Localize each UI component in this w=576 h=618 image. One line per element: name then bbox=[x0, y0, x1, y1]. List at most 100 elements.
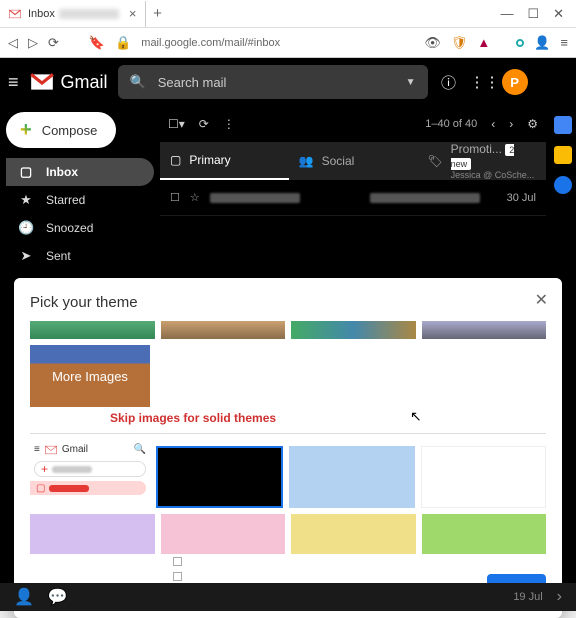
more-icon[interactable]: ⋮ bbox=[223, 117, 235, 131]
mini-inbox-icon: ▢ bbox=[36, 483, 45, 494]
clock-icon: 🕘 bbox=[18, 220, 34, 236]
prev-page-icon[interactable]: ‹ bbox=[491, 117, 495, 131]
mini-gmail-preview: ≡ Gmail 🔍 + ▢ bbox=[30, 442, 150, 508]
chat-icon[interactable]: 💬 bbox=[48, 587, 68, 607]
skip-annotation: Skip images for solid themes bbox=[30, 411, 546, 425]
search-input[interactable]: 🔍 Search mail ▼ bbox=[118, 65, 428, 99]
tab-title: Inbox bbox=[28, 8, 55, 20]
expand-icon[interactable]: › bbox=[557, 588, 562, 606]
tab-title-blur bbox=[59, 9, 119, 19]
profile-icon[interactable]: 👤 bbox=[534, 35, 550, 51]
sidebar: + Compose ▢ Inbox ★ Starred 🕘 Snoozed ➤ bbox=[0, 106, 160, 276]
theme-thumb[interactable] bbox=[291, 321, 416, 339]
color-swatch-lavender[interactable] bbox=[30, 514, 155, 554]
reload-icon[interactable]: ⟳ bbox=[48, 35, 59, 51]
refresh-icon[interactable]: ⟳ bbox=[199, 117, 209, 131]
theme-thumb[interactable] bbox=[30, 321, 155, 339]
theme-thumbnails-row bbox=[30, 321, 546, 339]
close-modal-icon[interactable]: ✕ bbox=[535, 290, 548, 310]
tab-social[interactable]: 👥 Social bbox=[289, 142, 418, 180]
bottom-bar: 👤 💬 19 Jul › bbox=[0, 583, 576, 611]
color-swatch-pink[interactable] bbox=[161, 514, 286, 554]
mini-red-blur bbox=[49, 485, 89, 492]
sent-icon: ➤ bbox=[18, 248, 34, 264]
category-tabs: ▢ Primary 👥 Social 🏷 Promoti... 2 new Je… bbox=[160, 142, 546, 180]
people-icon[interactable]: 👤 bbox=[14, 587, 34, 607]
theme-thumb[interactable] bbox=[422, 321, 547, 339]
color-swatch-green[interactable] bbox=[422, 514, 547, 554]
bookmark-icon[interactable]: 🔖 bbox=[89, 35, 105, 51]
theme-thumb[interactable] bbox=[161, 321, 286, 339]
mini-blur bbox=[52, 466, 92, 473]
url-text[interactable]: mail.google.com/mail/#inbox bbox=[141, 37, 280, 49]
sidebar-item-label: Snoozed bbox=[46, 221, 93, 235]
divider bbox=[30, 433, 546, 434]
mini-plus-icon: + bbox=[41, 462, 48, 476]
window-controls: — ☐ ✕ bbox=[500, 6, 576, 22]
color-swatch-lightblue[interactable] bbox=[289, 446, 416, 508]
mini-gmail-icon bbox=[44, 445, 58, 455]
sidebar-item-snoozed[interactable]: 🕘 Snoozed bbox=[6, 214, 154, 242]
maximize-icon[interactable]: ☐ bbox=[527, 6, 539, 22]
minimize-icon[interactable]: — bbox=[500, 6, 513, 22]
gmail-favicon-icon bbox=[8, 9, 22, 19]
color-swatch-yellow[interactable] bbox=[291, 514, 416, 554]
gmail-logo[interactable]: Gmail bbox=[29, 72, 108, 93]
primary-icon: ▢ bbox=[170, 153, 181, 167]
email-date-2: 19 Jul bbox=[513, 591, 542, 603]
record-icon[interactable] bbox=[516, 39, 524, 47]
sidebar-item-starred[interactable]: ★ Starred bbox=[6, 186, 154, 214]
color-row-2 bbox=[30, 514, 546, 554]
more-images-button[interactable]: More Images bbox=[30, 345, 150, 407]
color-swatch-white[interactable] bbox=[421, 446, 546, 508]
tag-icon: 🏷 bbox=[427, 154, 442, 168]
star-icon: ★ bbox=[18, 192, 34, 208]
mail-toolbar: ☐▾ ⟳ ⋮ 1–40 of 40 ‹ › ⚙ bbox=[160, 106, 546, 142]
color-swatch-black[interactable] bbox=[156, 446, 283, 508]
right-sidebar bbox=[550, 106, 576, 194]
new-tab-button[interactable]: + bbox=[146, 5, 170, 22]
sidebar-item-inbox[interactable]: ▢ Inbox bbox=[6, 158, 154, 186]
mini-menu-icon: ≡ bbox=[34, 444, 40, 455]
tab-label: Social bbox=[322, 154, 355, 168]
shield-icon[interactable]: 🛡 bbox=[451, 35, 468, 51]
row-checkbox[interactable]: ☐ bbox=[170, 191, 180, 204]
select-checkbox[interactable]: ☐▾ bbox=[168, 117, 185, 131]
tab-promotions[interactable]: 🏷 Promoti... 2 new Jessica @ CoSche... bbox=[417, 142, 546, 180]
subject-blur bbox=[370, 193, 480, 203]
chevron-down-icon[interactable]: ▼ bbox=[406, 77, 416, 88]
calendar-icon[interactable] bbox=[554, 116, 572, 134]
settings-gear-icon[interactable]: ⚙ bbox=[527, 117, 538, 131]
mini-brand: Gmail bbox=[62, 444, 88, 455]
tab-primary[interactable]: ▢ Primary bbox=[160, 142, 289, 180]
email-row[interactable]: ☐ ☆ 30 Jul bbox=[160, 180, 546, 216]
message-count: 1–40 of 40 bbox=[425, 118, 477, 130]
sidebar-item-label: Inbox bbox=[46, 165, 78, 179]
compose-button[interactable]: + Compose bbox=[6, 112, 116, 148]
tasks-icon[interactable] bbox=[554, 176, 572, 194]
next-page-icon[interactable]: › bbox=[509, 117, 513, 131]
content-area: ☐▾ ⟳ ⋮ 1–40 of 40 ‹ › ⚙ ▢ Primary 👥 Soci… bbox=[160, 106, 576, 276]
keep-icon[interactable] bbox=[554, 146, 572, 164]
avatar[interactable]: P bbox=[502, 69, 528, 95]
browser-tab[interactable]: Inbox × bbox=[0, 1, 146, 27]
compose-label: Compose bbox=[42, 123, 98, 138]
menu-icon[interactable]: ≡ bbox=[560, 35, 568, 50]
apps-grid-icon[interactable]: ⋮⋮⋮ bbox=[470, 73, 492, 91]
nav-back-icon[interactable]: ◁ bbox=[8, 35, 18, 51]
nav-forward-icon[interactable]: ▷ bbox=[28, 35, 38, 51]
browser-titlebar: Inbox × + — ☐ ✕ bbox=[0, 0, 576, 28]
row-star-icon[interactable]: ☆ bbox=[190, 191, 200, 204]
sidebar-item-sent[interactable]: ➤ Sent bbox=[6, 242, 154, 270]
tab-close-icon[interactable]: × bbox=[129, 6, 137, 21]
modal-title: Pick your theme bbox=[30, 294, 546, 311]
brave-icon[interactable]: ▲ bbox=[477, 35, 490, 50]
help-icon[interactable]: ⓘ bbox=[438, 72, 460, 93]
hamburger-icon[interactable]: ≡ bbox=[8, 72, 19, 93]
close-window-icon[interactable]: ✕ bbox=[553, 6, 564, 22]
gmail-brand-text: Gmail bbox=[61, 72, 108, 93]
email-date: 30 Jul bbox=[507, 192, 536, 204]
tab-label: Primary bbox=[189, 153, 230, 167]
gmail-logo-icon bbox=[29, 72, 55, 92]
eye-icon[interactable]: 👁 bbox=[424, 35, 441, 51]
